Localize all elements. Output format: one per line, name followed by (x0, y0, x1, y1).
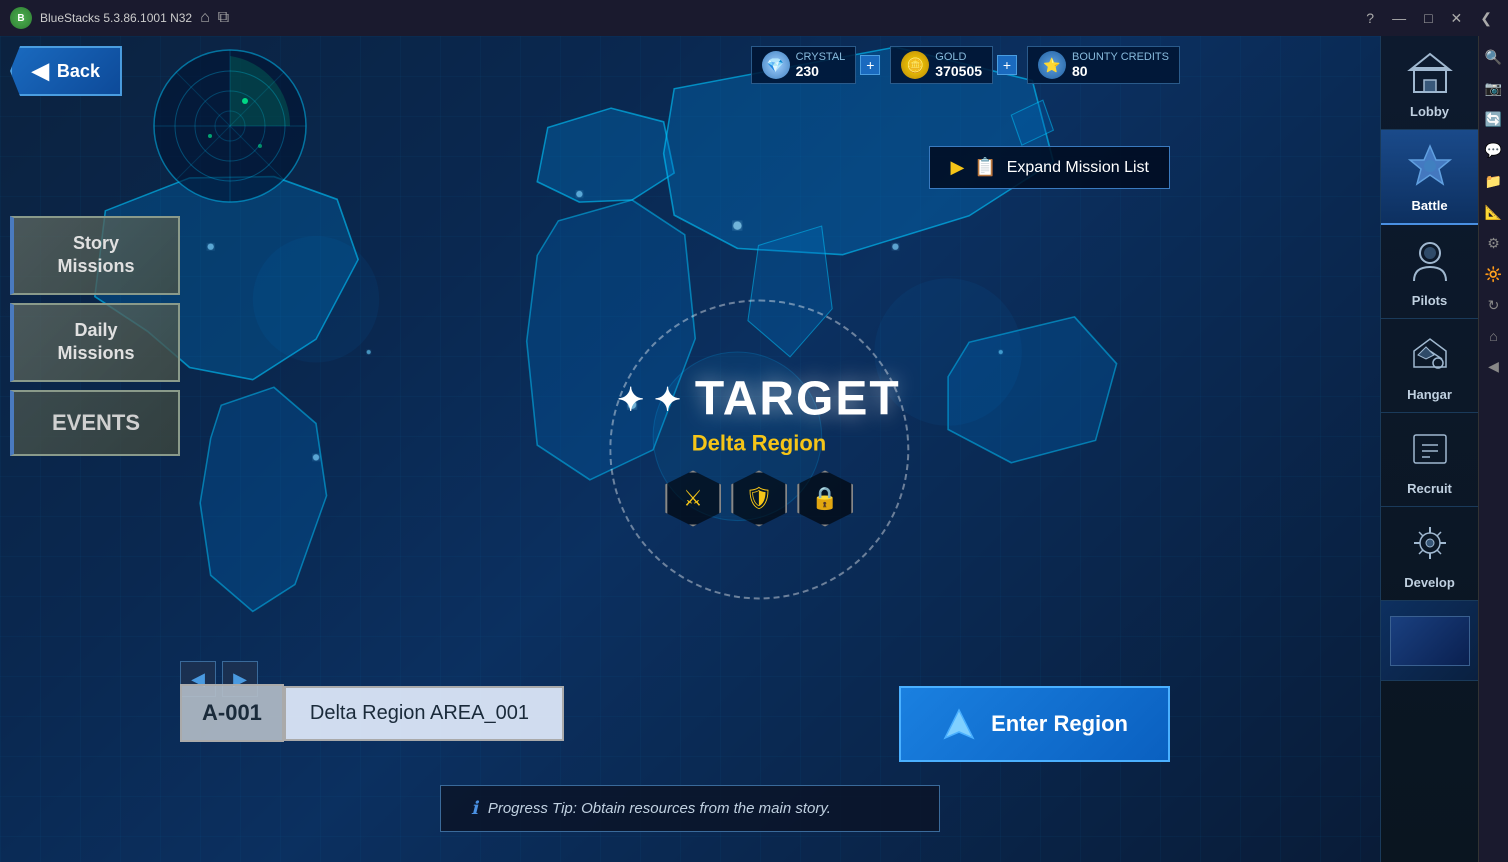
recruit-label: Recruit (1407, 481, 1452, 496)
target-icon-lock: 🔒 (797, 471, 853, 527)
sidebar-item-battle[interactable]: Battle (1381, 130, 1478, 225)
bs-resize-icon[interactable]: 📐 (1482, 201, 1505, 224)
doc-icon: 📋 (974, 157, 996, 178)
expand-mission-label: Expand Mission List (1007, 159, 1149, 177)
battle-label: Battle (1411, 198, 1447, 213)
bs-refresh-icon[interactable]: 🔄 (1482, 108, 1505, 131)
sidebar-item-develop[interactable]: Develop (1381, 507, 1478, 601)
sidebar-item-lobby[interactable]: Lobby (1381, 36, 1478, 130)
map-thumbnail (1390, 616, 1470, 666)
home-icon[interactable]: ⌂ (200, 9, 210, 27)
gold-currency: 🪙 GOLD 370505 (890, 46, 993, 84)
bs-screenshot-icon[interactable]: 📷 (1482, 77, 1505, 100)
sidebar-preview[interactable] (1381, 601, 1478, 681)
bs-chat-icon[interactable]: 💬 (1482, 139, 1505, 162)
add-crystal-button[interactable]: + (860, 55, 880, 75)
area-code: A-001 (180, 684, 284, 742)
bs-search-icon[interactable]: 🔍 (1482, 46, 1505, 69)
hangar-icon (1404, 329, 1456, 381)
game-container: ◀ Back 💎 CRYSTAL 230 + 🪙 GOLD 370505 + (0, 36, 1508, 862)
bluestacks-right-panel: 🔍 📷 🔄 💬 📁 📐 ⚙ 🔆 ↻ ⌂ ◀ (1478, 36, 1508, 862)
crystal-icon: 💎 (762, 51, 790, 79)
lobby-icon (1404, 46, 1456, 98)
bs-folder-icon[interactable]: 📁 (1482, 170, 1505, 193)
area-info: A-001 Delta Region AREA_001 (180, 684, 564, 742)
right-sidebar: Lobby Battle Pilots (1380, 36, 1478, 862)
progress-tip: ℹ Progress Tip: Obtain resources from th… (440, 785, 940, 832)
currency-bar: 💎 CRYSTAL 230 + 🪙 GOLD 370505 + ⭐ BOUNTY… (751, 46, 1180, 84)
enter-region-button[interactable]: Enter Region (899, 686, 1170, 762)
bounty-currency: ⭐ BOUNTY CREDITS 80 (1027, 46, 1180, 84)
develop-label: Develop (1404, 575, 1455, 590)
close-button[interactable]: ✕ (1445, 8, 1469, 29)
gold-info: GOLD 370505 (935, 51, 982, 79)
sidebar-item-pilots[interactable]: Pilots (1381, 225, 1478, 319)
bounty-info: BOUNTY CREDITS 80 (1072, 51, 1169, 79)
area-name: Delta Region AREA_001 (284, 686, 564, 741)
titlebar-right: ? — □ ✕ ❮ (1360, 8, 1498, 29)
bs-back-icon[interactable]: ◀ (1485, 355, 1502, 378)
expand-mission-button[interactable]: ▶ 📋 Expand Mission List (929, 146, 1170, 189)
maximize-button[interactable]: □ (1418, 8, 1438, 28)
bluestacks-logo: B (10, 7, 32, 29)
bs-home-icon[interactable]: ⌂ (1486, 325, 1500, 347)
enter-region-icon (941, 706, 977, 742)
bs-rotate-icon[interactable]: ↻ (1485, 294, 1503, 317)
radar (150, 46, 310, 206)
target-region: Delta Region (617, 431, 900, 457)
minimize-button[interactable]: — (1386, 8, 1412, 28)
recruit-icon (1404, 423, 1456, 475)
target-title: TARGET (695, 372, 901, 427)
target-icon-shield: 🛡 (731, 471, 787, 527)
back-label: Back (57, 61, 100, 82)
develop-icon (1404, 517, 1456, 569)
info-icon: ℹ (471, 798, 478, 819)
play-icon: ▶ (950, 157, 964, 178)
titlebar: B BlueStacks 5.3.86.1001 N32 ⌂ ⧉ ? — □ ✕… (0, 0, 1508, 36)
bs-brightness-icon[interactable]: 🔆 (1482, 263, 1505, 286)
app-title: BlueStacks 5.3.86.1001 N32 (40, 11, 192, 25)
back-arrow-icon: ◀ (32, 58, 49, 84)
hangar-label: Hangar (1407, 387, 1452, 402)
battle-icon (1404, 140, 1456, 192)
story-missions-button[interactable]: Story Missions (10, 216, 180, 295)
map-area: ◀ Back 💎 CRYSTAL 230 + 🪙 GOLD 370505 + (0, 36, 1380, 862)
layers-icon[interactable]: ⧉ (218, 9, 229, 27)
target-symbol: ✦ TARGET (617, 372, 900, 427)
pilots-label: Pilots (1412, 293, 1447, 308)
left-menu: Story Missions Daily Missions EVENTS (10, 216, 180, 456)
pilots-icon (1404, 235, 1456, 287)
crystal-info: CRYSTAL 230 (796, 51, 846, 79)
sidebar-item-hangar[interactable]: Hangar (1381, 319, 1478, 413)
sidebar-item-recruit[interactable]: Recruit (1381, 413, 1478, 507)
events-button[interactable]: EVENTS (10, 390, 180, 456)
daily-missions-button[interactable]: Daily Missions (10, 303, 180, 382)
bounty-icon: ⭐ (1038, 51, 1066, 79)
help-icon[interactable]: ? (1360, 8, 1380, 28)
target-icon-row: ⚔ 🛡 🔒 (617, 471, 900, 527)
enter-region-label: Enter Region (991, 711, 1128, 737)
add-gold-button[interactable]: + (997, 55, 1017, 75)
back-button[interactable]: ◀ Back (10, 46, 122, 96)
gold-icon: 🪙 (901, 51, 929, 79)
target-icon-sword: ⚔ (665, 471, 721, 527)
progress-tip-text: Progress Tip: Obtain resources from the … (488, 800, 831, 817)
sidebar-toggle[interactable]: ❮ (1474, 8, 1498, 29)
lobby-label: Lobby (1410, 104, 1449, 119)
titlebar-nav-icons: ⌂ ⧉ (200, 9, 229, 27)
bs-settings-icon[interactable]: ⚙ (1484, 232, 1503, 255)
target-area: ✦ TARGET Delta Region ⚔ 🛡 🔒 (597, 352, 920, 547)
crystal-currency: 💎 CRYSTAL 230 (751, 46, 857, 84)
